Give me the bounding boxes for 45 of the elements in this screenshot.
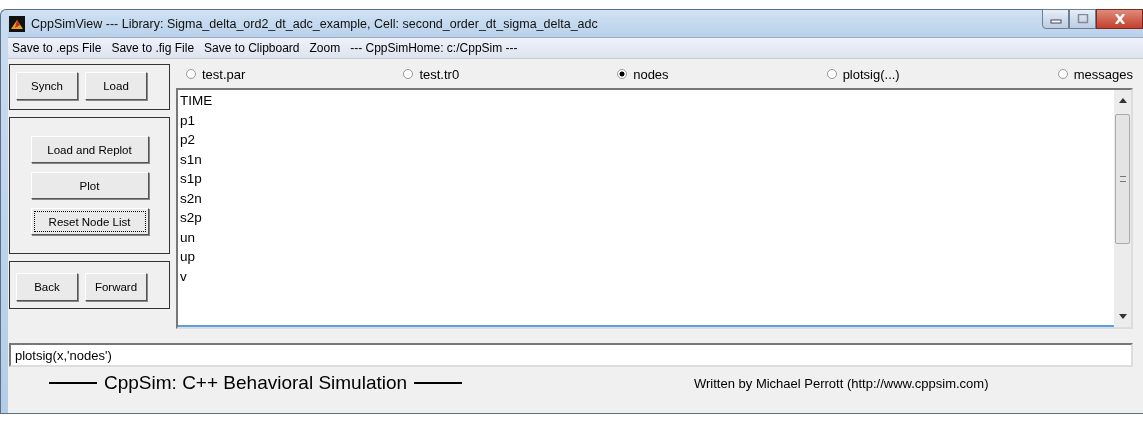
list-item[interactable]: TIME [180,91,1112,111]
node-list[interactable]: TIME p1 p2 s1n s1p s2n s2p un up v [176,88,1133,329]
radio-option[interactable]: test.tr0 [403,66,460,82]
list-item[interactable]: un [180,227,1112,247]
list-item[interactable]: s2p [180,208,1112,228]
push-button[interactable]: Load and Replot [30,136,149,163]
scroll-thumb[interactable] [1115,114,1130,244]
minimize-button[interactable] [1042,9,1069,29]
radio-option[interactable]: plotsig(...) [826,66,900,82]
menu-item[interactable]: Zoom [309,41,341,55]
radio-option[interactable]: test.par [186,66,246,82]
menu-item[interactable]: Save to Clipboard [204,41,300,55]
list-item[interactable]: s1p [180,169,1112,189]
list-item[interactable]: p1 [180,110,1112,130]
scroll-down-icon [1118,314,1127,319]
menu-item[interactable]: Save to .fig File [111,41,195,55]
radio-option[interactable]: nodes [617,66,669,82]
grip-icon [1119,176,1126,182]
maximize-button[interactable] [1069,9,1096,29]
menu-item[interactable]: --- CppSimHome: c:/CppSim --- [350,41,518,55]
scrollbar[interactable] [1114,90,1131,327]
push-button[interactable]: Plot [30,172,149,199]
banner-text: CppSim: C++ Behavioral Simulation [104,372,408,394]
push-button[interactable]: Forward [85,273,147,301]
app-icon [9,15,25,32]
list-item[interactable]: p2 [180,130,1112,150]
rule-line [414,382,463,384]
close-button[interactable] [1096,9,1143,29]
window-title: CppSimView --- Library: Sigma_delta_ord2_dt_adc_example, Cell: second_order_dt_sigma_delta_adc [31,16,599,31]
radio-option[interactable]: messages [1057,66,1133,82]
menu-item[interactable]: Save to .eps File [12,41,102,55]
close-icon [1112,14,1127,24]
list-item[interactable]: up [180,247,1112,267]
push-button[interactable]: Back [16,273,78,301]
list-item[interactable]: s2n [180,188,1112,208]
maximize-icon [1075,14,1090,24]
push-button[interactable]: Reset Node List [30,208,149,235]
command-field[interactable]: plotsig(x,'nodes') [9,343,1133,367]
credit-text: Written by Michael Perrott (http://www.cppsim.com) [694,375,989,391]
list-item[interactable]: s1n [180,149,1112,169]
push-button[interactable]: Load [85,72,147,100]
rule-line [49,382,97,384]
list-item[interactable]: v [180,266,1112,286]
scroll-up-icon [1118,98,1127,103]
push-button[interactable]: Synch [16,72,78,100]
